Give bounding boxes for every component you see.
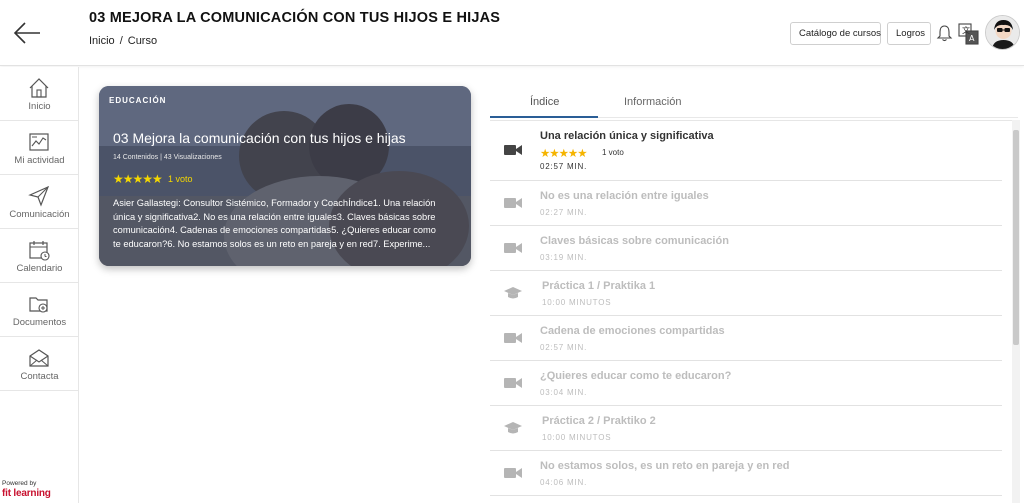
breadcrumb: Inicio / Curso bbox=[89, 35, 157, 47]
lesson-list-scrollbar[interactable] bbox=[1012, 120, 1020, 503]
sidebar-item-calendario[interactable]: Calendario bbox=[0, 229, 79, 283]
course-title: 03 Mejora la comunicación con tus hijos … bbox=[113, 130, 406, 146]
sidebar-item-label: Contacta bbox=[20, 371, 59, 382]
lesson-item[interactable]: Práctica 2 / Praktiko 2 10:00 MINUTOS bbox=[490, 406, 1002, 451]
fit-learning-logo: fit learning bbox=[2, 488, 51, 499]
graduation-cap-icon bbox=[504, 422, 522, 434]
lesson-title: No es una relación entre iguales bbox=[540, 190, 709, 202]
lesson-rating-stars: ★★★★★ bbox=[540, 148, 588, 160]
breadcrumb-inicio[interactable]: Inicio bbox=[89, 35, 115, 47]
lesson-duration: 10:00 MINUTOS bbox=[542, 433, 612, 442]
lesson-duration: 02:57 MIN. bbox=[540, 343, 588, 352]
lesson-duration: 02:27 MIN. bbox=[540, 208, 588, 217]
sidebar-item-mi-actividad[interactable]: Mi actividad bbox=[0, 121, 79, 175]
achievements-button[interactable]: Logros bbox=[887, 22, 931, 45]
lesson-item[interactable]: Práctica 1 / Praktika 1 10:00 MINUTOS bbox=[490, 271, 1002, 316]
sidebar-item-contacta[interactable]: Contacta bbox=[0, 337, 79, 391]
active-tab-indicator bbox=[490, 116, 598, 118]
activity-icon bbox=[29, 133, 49, 151]
top-bar: 03 MEJORA LA COMUNICACIÓN CON TUS HIJOS … bbox=[0, 0, 1024, 66]
lesson-item[interactable]: Una relación única y significativa ★★★★★… bbox=[490, 121, 1002, 181]
scrollbar-thumb[interactable] bbox=[1013, 130, 1019, 345]
lesson-title: No estamos solos, es un reto en pareja y… bbox=[540, 460, 790, 472]
course-description: Asier Gallastegi: Consultor Sistémico, F… bbox=[113, 198, 436, 249]
lesson-item[interactable]: Cadena de emociones compartidas 02:57 MI… bbox=[490, 316, 1002, 361]
course-votes: 1 voto bbox=[168, 174, 193, 184]
video-icon bbox=[504, 243, 522, 253]
lesson-list: Una relación única y significativa ★★★★★… bbox=[490, 120, 1012, 503]
lesson-duration: 03:19 MIN. bbox=[540, 253, 588, 262]
video-icon bbox=[504, 333, 522, 343]
course-meta: 14 Contenidos | 43 Visualizaciones bbox=[113, 154, 222, 161]
sidebar-item-comunicacion[interactable]: Comunicación bbox=[0, 175, 79, 229]
lesson-votes: 1 voto bbox=[602, 148, 624, 157]
sidebar-item-label: Documentos bbox=[12, 317, 67, 328]
calendar-icon bbox=[29, 241, 50, 261]
folder-icon bbox=[29, 297, 48, 313]
course-category: EDUCACIÓN bbox=[109, 96, 167, 105]
svg-text:A: A bbox=[969, 34, 975, 43]
send-icon bbox=[28, 185, 50, 207]
lesson-duration: 02:57 MIN. bbox=[540, 162, 588, 171]
lesson-duration: 04:06 MIN. bbox=[540, 478, 588, 487]
tab-indice[interactable]: Índice bbox=[530, 96, 559, 108]
tab-informacion[interactable]: Información bbox=[624, 96, 681, 108]
video-icon bbox=[504, 468, 522, 478]
page-title: 03 MEJORA LA COMUNICACIÓN CON TUS HIJOS … bbox=[89, 10, 501, 26]
back-arrow-icon[interactable] bbox=[12, 18, 42, 48]
catalog-button[interactable]: Catálogo de cursos bbox=[790, 22, 881, 45]
sidebar-item-label: Comunicación bbox=[9, 209, 70, 220]
lesson-title: Práctica 2 / Praktiko 2 bbox=[542, 415, 656, 427]
lesson-item[interactable]: No estamos solos, es un reto en pareja y… bbox=[490, 451, 1002, 496]
breadcrumb-curso: Curso bbox=[127, 35, 158, 47]
lesson-title: ¿Quieres educar como te educaron? bbox=[540, 370, 732, 382]
sidebar: Inicio Mi actividad Comunicación Calenda… bbox=[0, 67, 79, 503]
bell-icon[interactable] bbox=[936, 24, 953, 42]
video-icon bbox=[504, 145, 522, 155]
mail-icon bbox=[29, 349, 49, 367]
course-card[interactable]: EDUCACIÓN 03 Mejora la comunicación con … bbox=[99, 86, 471, 266]
sidebar-item-label: Inicio bbox=[28, 101, 51, 112]
lesson-title: Práctica 1 / Praktika 1 bbox=[542, 280, 656, 292]
avatar[interactable] bbox=[985, 15, 1020, 50]
powered-by-label: Powered by bbox=[2, 480, 37, 487]
video-icon bbox=[504, 378, 522, 388]
sidebar-item-documentos[interactable]: Documentos bbox=[0, 283, 79, 337]
lesson-title: Cadena de emociones compartidas bbox=[540, 325, 725, 337]
sidebar-item-label: Calendario bbox=[16, 263, 63, 274]
graduation-cap-icon bbox=[504, 287, 522, 299]
lesson-title: Claves básicas sobre comunicación bbox=[540, 235, 729, 247]
home-icon bbox=[29, 78, 49, 98]
lesson-duration: 10:00 MINUTOS bbox=[542, 298, 612, 307]
lesson-item[interactable]: No es una relación entre iguales 02:27 M… bbox=[490, 181, 1002, 226]
translate-icon[interactable]: 文 A bbox=[958, 23, 979, 45]
tabs: Índice Información bbox=[490, 88, 1018, 118]
sidebar-item-inicio[interactable]: Inicio bbox=[0, 67, 79, 121]
sidebar-item-label: Mi actividad bbox=[14, 155, 65, 166]
breadcrumb-separator: / bbox=[119, 35, 123, 47]
lesson-duration: 03:04 MIN. bbox=[540, 388, 588, 397]
video-icon bbox=[504, 198, 522, 208]
lesson-item[interactable]: ¿Quieres educar como te educaron? 03:04 … bbox=[490, 361, 1002, 406]
lesson-item[interactable]: Claves básicas sobre comunicación 03:19 … bbox=[490, 226, 1002, 271]
course-rating-stars: ★★★★★ bbox=[113, 172, 163, 186]
lesson-title: Una relación única y significativa bbox=[540, 130, 714, 142]
